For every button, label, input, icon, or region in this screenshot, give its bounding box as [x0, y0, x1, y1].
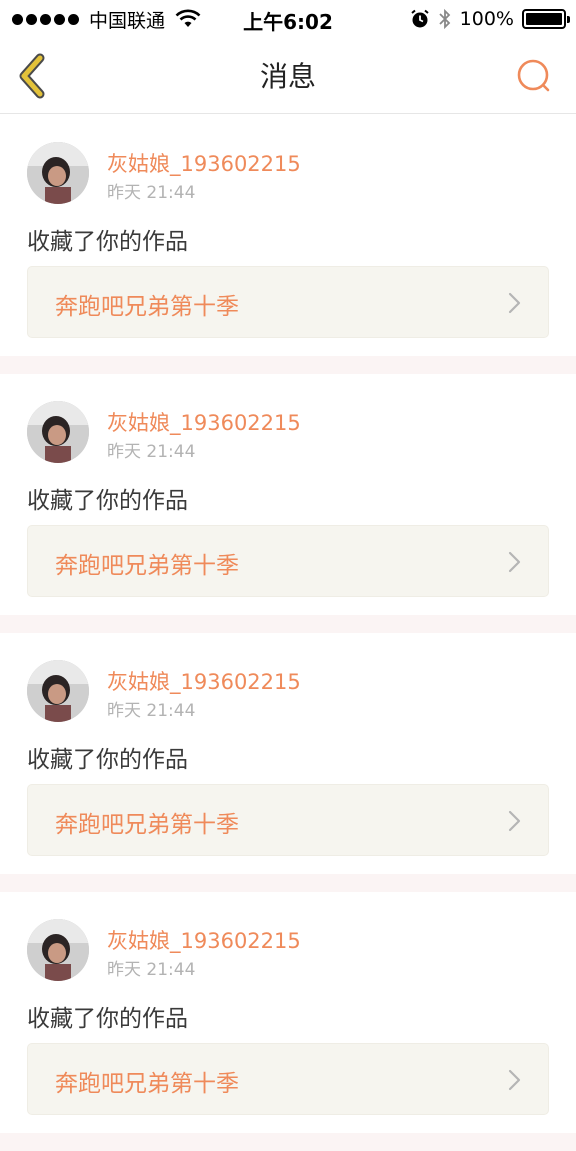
- work-title: 奔跑吧兄弟第十季: [55, 1071, 239, 1097]
- chevron-right-icon: [508, 292, 521, 314]
- message-text: 收藏了你的作品: [27, 229, 188, 255]
- avatar[interactable]: [27, 660, 89, 722]
- avatar-photo: [27, 401, 89, 463]
- avatar-photo: [27, 142, 89, 204]
- work-title: 奔跑吧兄弟第十季: [55, 553, 239, 579]
- page-title: 消息: [259, 60, 316, 93]
- avatar-photo: [27, 919, 89, 981]
- avatar[interactable]: [27, 142, 89, 204]
- battery-icon: [522, 9, 570, 29]
- message-text: 收藏了你的作品: [27, 1006, 188, 1032]
- message-text: 收藏了你的作品: [27, 488, 188, 514]
- search-icon: [517, 59, 550, 92]
- chevron-right-icon: [508, 810, 521, 832]
- username[interactable]: 灰姑娘_193602215: [107, 148, 301, 178]
- back-button[interactable]: [14, 52, 54, 100]
- message-card: 灰姑娘_193602215 昨天 21:44 收藏了你的作品 奔跑吧兄弟第十季: [0, 633, 576, 892]
- username[interactable]: 灰姑娘_193602215: [107, 666, 301, 696]
- message-card: 灰姑娘_193602215 昨天 21:44 收藏了你的作品 奔跑吧兄弟第十季: [0, 374, 576, 633]
- alarm-clock-icon: [411, 9, 429, 28]
- avatar[interactable]: [27, 401, 89, 463]
- work-link[interactable]: 奔跑吧兄弟第十季: [27, 266, 549, 338]
- chevron-right-icon: [508, 551, 521, 573]
- chevron-left-icon: [19, 53, 45, 99]
- timestamp: 昨天 21:44: [107, 701, 196, 721]
- work-link[interactable]: 奔跑吧兄弟第十季: [27, 784, 549, 856]
- timestamp: 昨天 21:44: [107, 183, 196, 203]
- nav-bar: 消息: [0, 38, 576, 114]
- work-link[interactable]: 奔跑吧兄弟第十季: [27, 525, 549, 597]
- work-title: 奔跑吧兄弟第十季: [55, 294, 239, 320]
- username[interactable]: 灰姑娘_193602215: [107, 407, 301, 437]
- work-link[interactable]: 奔跑吧兄弟第十季: [27, 1043, 549, 1115]
- timestamp: 昨天 21:44: [107, 442, 196, 462]
- status-bar-right: 100%: [410, 6, 570, 32]
- battery-percent: 100%: [459, 8, 514, 30]
- avatar[interactable]: [27, 919, 89, 981]
- username[interactable]: 灰姑娘_193602215: [107, 925, 301, 955]
- chevron-right-icon: [508, 1069, 521, 1091]
- avatar-photo: [27, 660, 89, 722]
- message-list: 灰姑娘_193602215 昨天 21:44 收藏了你的作品 奔跑吧兄弟第十季 …: [0, 115, 576, 1151]
- work-title: 奔跑吧兄弟第十季: [55, 812, 239, 838]
- status-bar: 中国联通 上午6:02 100%: [0, 0, 576, 38]
- message-card: 灰姑娘_193602215 昨天 21:44 收藏了你的作品 奔跑吧兄弟第十季: [0, 115, 576, 374]
- message-card: 灰姑娘_193602215 昨天 21:44 收藏了你的作品 奔跑吧兄弟第十季: [0, 892, 576, 1151]
- search-button[interactable]: [514, 56, 554, 96]
- bluetooth-icon: [439, 8, 450, 30]
- message-text: 收藏了你的作品: [27, 747, 188, 773]
- timestamp: 昨天 21:44: [107, 960, 196, 980]
